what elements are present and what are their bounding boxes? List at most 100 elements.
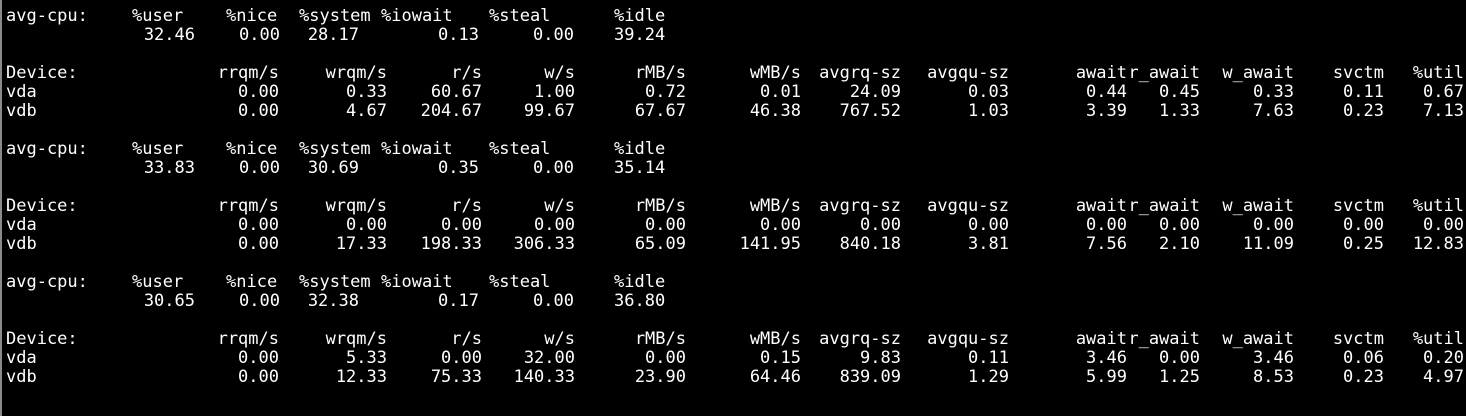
device-value-cell: 11.09 <box>1242 234 1294 254</box>
cpu-value-cell: 0.00 <box>533 158 574 178</box>
device-row: vda 0.00 0.33 60.67 1.00 0.72 0.01 24.09 0.03 0.4… <box>2 83 1466 102</box>
device-value-cell: 7.63 <box>1253 101 1294 121</box>
cpu-header-cell: %user <box>132 139 184 159</box>
device-value-cell: 8.53 <box>1253 367 1294 387</box>
device-value-cell: 0.00 <box>645 348 686 368</box>
device-header-cell: w_await <box>1222 329 1294 349</box>
device-value-cell: 3.46 <box>1086 348 1127 368</box>
cpu-value-cell: 30.65 <box>143 291 195 311</box>
device-value-cell: 140.33 <box>513 367 575 387</box>
device-value-cell: 306.33 <box>513 234 575 254</box>
device-value-cell: 2.10 <box>1159 234 1200 254</box>
device-value-cell: 32.00 <box>523 348 575 368</box>
device-value-cell: 0.06 <box>1343 348 1384 368</box>
cpu-header-cell: %system <box>299 272 371 292</box>
device-value-cell: 12.33 <box>335 367 387 387</box>
device-value-cell: 0.01 <box>760 82 801 102</box>
cpu-header-cell: %steal <box>489 272 551 292</box>
device-value-cell: 0.00 <box>760 215 801 235</box>
cpu-header-row: avg-cpu: %user %nice %system %iowait %steal %i… <box>2 7 1466 26</box>
cpu-value-cell: 28.17 <box>307 25 359 45</box>
cpu-label: avg-cpu: <box>6 139 88 159</box>
device-header-cell: avgqu-sz <box>927 196 1009 216</box>
cpu-value-cell: 0.35 <box>438 158 479 178</box>
cpu-value-cell: 32.38 <box>307 291 359 311</box>
device-value-cell: 0.25 <box>1343 234 1384 254</box>
device-header-cell: avgrq-sz <box>819 63 901 83</box>
device-value-cell: 17.33 <box>335 234 387 254</box>
cpu-value-cell: 0.00 <box>239 158 280 178</box>
device-value-cell: 64.46 <box>749 367 801 387</box>
device-header-cell: w_await <box>1222 63 1294 83</box>
device-header-cell: w/s <box>544 329 575 349</box>
device-header-cell: avgqu-sz <box>927 329 1009 349</box>
device-value-cell: 3.81 <box>968 234 1009 254</box>
device-value-cell: 5.99 <box>1086 367 1127 387</box>
cpu-label: avg-cpu: <box>6 6 88 26</box>
device-header-cell: r/s <box>451 63 482 83</box>
device-value-cell: 65.09 <box>634 234 686 254</box>
device-header-row: Device: rrqm/s wrqm/s r/s w/s rMB/s wMB/s avgrq… <box>2 330 1466 349</box>
device-name: vda <box>6 215 37 235</box>
device-row: vdb 0.00 17.33 198.33 306.33 65.09 141.95 840.1… <box>2 235 1466 254</box>
device-value-cell: 3.46 <box>1253 348 1294 368</box>
device-value-cell: 0.00 <box>1159 215 1200 235</box>
cpu-value-cell: 0.13 <box>438 25 479 45</box>
device-header-row: Device: rrqm/s wrqm/s r/s w/s rMB/s wMB/s avgrq… <box>2 197 1466 216</box>
device-value-cell: 0.67 <box>1423 82 1464 102</box>
device-name: vdb <box>6 101 37 121</box>
device-header-label: Device: <box>6 329 78 349</box>
device-value-cell: 24.09 <box>849 82 901 102</box>
cpu-value-cell: 35.14 <box>614 158 666 178</box>
device-header-label: Device: <box>6 63 78 83</box>
device-value-cell: 1.03 <box>968 101 1009 121</box>
device-header-cell: rMB/s <box>634 63 686 83</box>
device-value-cell: 141.95 <box>739 234 801 254</box>
device-value-cell: 75.33 <box>430 367 482 387</box>
device-header-label: Device: <box>6 196 78 216</box>
device-header-cell: wrqm/s <box>325 63 387 83</box>
device-value-cell: 7.56 <box>1086 234 1127 254</box>
cpu-header-cell: %steal <box>489 139 551 159</box>
device-value-cell: 0.00 <box>1159 348 1200 368</box>
device-header-cell: w_await <box>1222 196 1294 216</box>
device-header-cell: await <box>1075 196 1127 216</box>
device-value-cell: 0.00 <box>238 234 279 254</box>
device-value-cell: 46.38 <box>749 101 801 121</box>
device-value-cell: 1.29 <box>968 367 1009 387</box>
device-header-cell: r_await <box>1128 63 1200 83</box>
device-value-cell: 0.11 <box>968 348 1009 368</box>
cpu-value-cell: 0.00 <box>533 25 574 45</box>
cpu-header-cell: %iowait <box>381 6 453 26</box>
cpu-value-cell: 39.24 <box>614 25 666 45</box>
device-header-cell: r_await <box>1128 329 1200 349</box>
device-header-cell: svctm <box>1332 63 1384 83</box>
device-header-cell: wMB/s <box>749 329 801 349</box>
device-header-cell: w/s <box>544 63 575 83</box>
device-value-cell: 0.00 <box>441 215 482 235</box>
terminal-window[interactable]: avg-cpu: %user %nice %system %iowait %steal %i… <box>0 0 1466 416</box>
cpu-header-cell: %nice <box>226 6 278 26</box>
device-value-cell: 0.33 <box>1253 82 1294 102</box>
device-value-cell: 12.83 <box>1412 234 1464 254</box>
device-header-cell: svctm <box>1332 329 1384 349</box>
device-value-cell: 0.33 <box>346 82 387 102</box>
device-value-cell: 7.13 <box>1423 101 1464 121</box>
device-value-cell: 0.00 <box>645 215 686 235</box>
device-value-cell: 0.00 <box>860 215 901 235</box>
device-value-cell: 839.09 <box>839 367 901 387</box>
device-header-cell: await <box>1075 63 1127 83</box>
cpu-value-cell: 0.00 <box>239 291 280 311</box>
device-value-cell: 0.00 <box>1253 215 1294 235</box>
cpu-value-cell: 0.17 <box>438 291 479 311</box>
device-header-row: Device: rrqm/s wrqm/s r/s w/s rMB/s wMB/s avgrq… <box>2 64 1466 83</box>
cpu-value-cell: 0.00 <box>533 291 574 311</box>
cpu-header-row: avg-cpu: %user %nice %system %iowait %steal %i… <box>2 273 1466 292</box>
device-name: vdb <box>6 234 37 254</box>
device-header-cell: wrqm/s <box>325 329 387 349</box>
device-value-cell: 23.90 <box>634 367 686 387</box>
device-value-cell: 0.44 <box>1086 82 1127 102</box>
device-row: vda 0.00 5.33 0.00 32.00 0.00 0.15 9.83 0.11 3.46… <box>2 349 1466 368</box>
